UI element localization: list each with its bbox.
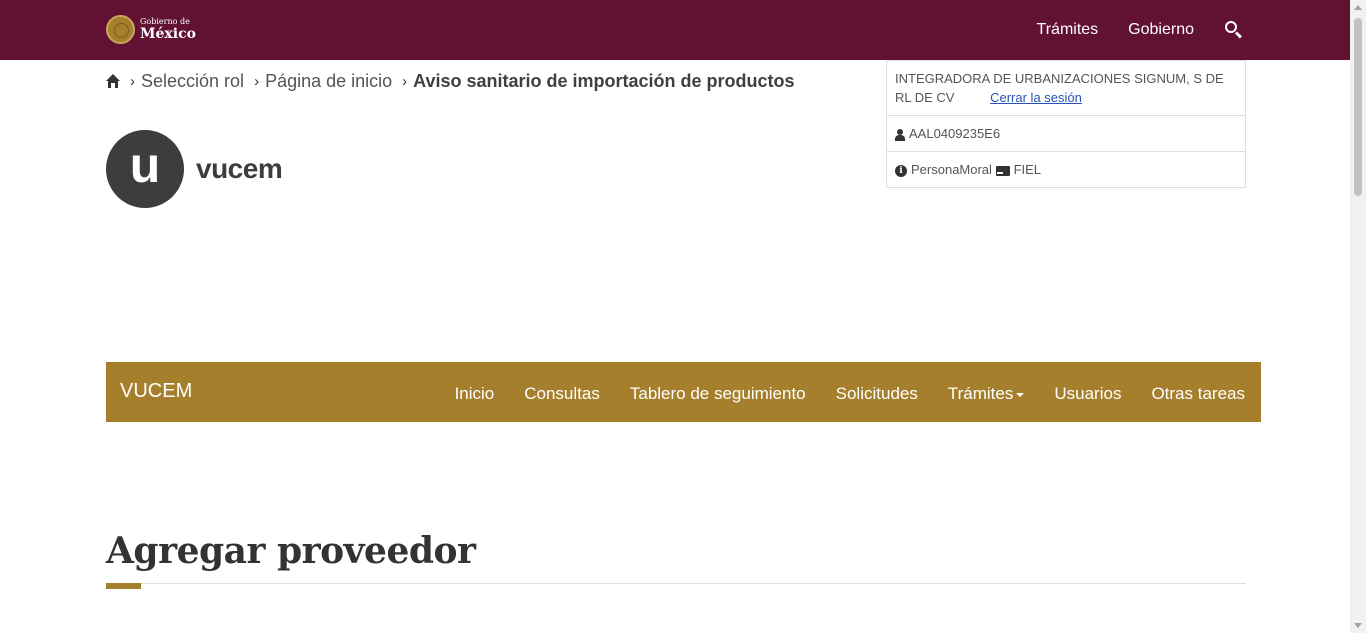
search-icon[interactable] [1224, 20, 1244, 40]
nav-tramites-dropdown[interactable]: Trámites [948, 384, 1025, 404]
navbar-brand[interactable]: VUCEM [120, 380, 192, 403]
breadcrumb: › Selección rol › Página de inicio › Avi… [106, 69, 805, 93]
heading-accent-bar [106, 583, 141, 589]
vucem-logo-word: vucem [196, 153, 283, 184]
user-person-type: PersonaMoral [911, 162, 992, 177]
vucem-logo: u vucem [106, 130, 283, 208]
nav-inicio[interactable]: Inicio [455, 384, 495, 404]
heading-divider [106, 583, 1246, 584]
gov-nav: Trámites Gobierno [1007, 0, 1244, 60]
navbar-items: Inicio Consultas Tablero de seguimiento … [425, 362, 1261, 422]
chevron-right-icon: › [402, 72, 408, 90]
chevron-right-icon: › [254, 72, 260, 90]
gov-nav-tramites[interactable]: Trámites [1037, 21, 1099, 39]
logo-small-text: Gobierno de [140, 17, 190, 26]
main-navbar: VUCEM Inicio Consultas Tablero de seguim… [106, 362, 1261, 422]
nav-tramites-label: Trámites [947, 384, 1014, 403]
mexico-seal-icon [106, 15, 135, 44]
nav-consultas[interactable]: Consultas [524, 384, 600, 404]
breadcrumb-current: Aviso sanitario de importación de produc… [413, 70, 795, 91]
user-rfc-row: AAL0409235E6 [887, 115, 1245, 151]
gov-nav-gobierno[interactable]: Gobierno [1128, 21, 1194, 39]
caret-down-icon [1016, 392, 1025, 397]
credit-card-icon [995, 165, 1010, 176]
user-rfc: AAL0409235E6 [909, 126, 1001, 141]
user-company-row: INTEGRADORA DE URBANIZACIONES SIGNUM, S … [887, 61, 1245, 115]
scroll-up-arrow-icon[interactable] [1354, 5, 1362, 10]
user-info-panel: INTEGRADORA DE URBANIZACIONES SIGNUM, S … [886, 60, 1246, 188]
scroll-down-arrow-icon[interactable] [1354, 623, 1362, 628]
gob-mx-logo-text: Gobierno de México [140, 17, 196, 42]
nav-usuarios[interactable]: Usuarios [1054, 384, 1121, 404]
user-icon [895, 128, 905, 141]
nav-solicitudes[interactable]: Solicitudes [836, 384, 918, 404]
user-type-row: i PersonaMoral FIEL [887, 151, 1245, 187]
vertical-scrollbar[interactable] [1350, 0, 1366, 633]
chevron-right-icon: › [130, 72, 135, 90]
logout-link[interactable]: Cerrar la sesión [990, 90, 1082, 105]
nav-otras-tareas[interactable]: Otras tareas [1151, 384, 1245, 404]
user-auth-method: FIEL [1013, 162, 1042, 177]
home-icon[interactable] [106, 74, 120, 88]
nav-tablero-seguimiento[interactable]: Tablero de seguimiento [630, 384, 806, 404]
gob-mx-logo[interactable]: Gobierno de México [106, 14, 196, 45]
page-title: Agregar proveedor [106, 530, 476, 572]
vucem-logo-circle: u [106, 130, 184, 208]
logo-big-text: México [140, 26, 196, 42]
scrollbar-thumb[interactable] [1354, 18, 1362, 196]
gov-header: Gobierno de México Trámites Gobierno [0, 0, 1350, 60]
info-icon: i [895, 164, 907, 177]
breadcrumb-pagina-inicio[interactable]: Página de inicio [265, 71, 392, 92]
breadcrumb-seleccion-rol[interactable]: Selección rol [141, 71, 244, 92]
